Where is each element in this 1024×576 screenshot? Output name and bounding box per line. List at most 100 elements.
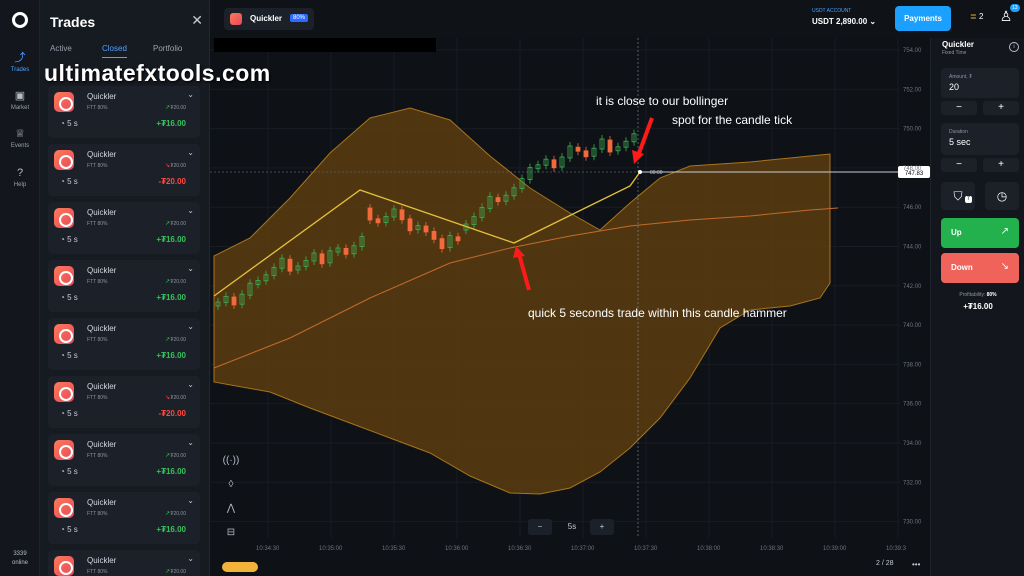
- trade-asset: Quickler: [87, 208, 117, 217]
- clock-button[interactable]: ◷: [985, 182, 1019, 210]
- tab-portfolio[interactable]: Portfolio: [153, 44, 182, 53]
- annotation-candle-tick: spot for the candle tick: [672, 113, 793, 127]
- duration-value[interactable]: 5 sec: [949, 137, 971, 147]
- amount-minus-button[interactable]: −: [941, 101, 977, 115]
- duration-text: 5 s: [67, 293, 78, 302]
- account-balance[interactable]: USDT 2,890.00 ⌄: [812, 17, 876, 26]
- tab-closed[interactable]: Closed: [102, 44, 127, 58]
- online-label: online: [11, 560, 28, 566]
- x-tick-label: 10:35:00: [319, 546, 343, 552]
- x-tick-label: 10:35:30: [382, 546, 406, 552]
- duration-text: 5 s: [67, 235, 78, 244]
- y-tick-label: 754.00: [903, 48, 922, 54]
- chevron-down-icon[interactable]: ⌄: [187, 438, 194, 447]
- chevron-down-icon[interactable]: ⌄: [187, 264, 194, 273]
- trade-stake: ₮20.00: [170, 569, 186, 575]
- info-icon[interactable]: i: [1009, 42, 1019, 52]
- arrow-up-icon: ↗: [164, 279, 170, 285]
- trade-stake: ₮20.00: [170, 511, 186, 517]
- trade-card[interactable]: QuicklerFTT 80%⌄↗₮20.00◔ 5 s+₮16.00: [48, 550, 200, 576]
- timeframe-decrease-button[interactable]: −: [528, 519, 552, 535]
- rail-item-trades[interactable]: ⤴ Trades: [0, 52, 40, 73]
- tab-active[interactable]: Active: [50, 44, 72, 53]
- x-tick-label: 10:34:30: [256, 546, 280, 552]
- payments-button[interactable]: Payments: [895, 6, 951, 31]
- layout-icon[interactable]: ⊟: [220, 522, 242, 544]
- rail-item-help[interactable]: ? Help: [0, 167, 40, 188]
- brand-logo[interactable]: [12, 12, 28, 28]
- down-button[interactable]: Down ↘: [941, 253, 1019, 283]
- candle-body: [319, 253, 325, 265]
- order-panel: Quickler Fixed Time i Amount, ₮ 20 − + D…: [930, 38, 1024, 576]
- trade-stake: ₮20.00: [170, 337, 186, 343]
- x-tick-label: 10:36:30: [508, 546, 532, 552]
- trade-card[interactable]: QuicklerFTT 80%⌄↗₮20.00◔ 5 s+₮16.00: [48, 202, 200, 254]
- chevron-down-icon[interactable]: ⌄: [187, 554, 194, 563]
- trade-stake: ₮20.00: [170, 395, 186, 401]
- rail-item-market[interactable]: ▣ Market: [0, 90, 40, 111]
- candle-body: [575, 146, 581, 152]
- trade-payout: FTT 80%: [87, 105, 108, 111]
- trade-duration: ◔ 5 s: [60, 119, 78, 128]
- trade-card[interactable]: Quickler FTT 80% ⌄ ↘ ₮20.00 ◔ 5 s -₮20.00: [48, 376, 200, 428]
- order-mode: Fixed Time: [942, 50, 967, 56]
- close-icon[interactable]: ✕: [191, 12, 203, 29]
- chevron-down-icon[interactable]: ⌄: [187, 322, 194, 331]
- chevron-down-icon[interactable]: ⌄: [187, 206, 194, 215]
- more-icon[interactable]: •••: [912, 560, 920, 569]
- left-rail: ⤴ Trades ▣ Market ♕ Events ? Help 3339 o…: [0, 0, 40, 576]
- trade-card[interactable]: QuicklerFTT 80%⌄↗₮20.00◔ 5 s+₮16.00: [48, 318, 200, 370]
- trade-card[interactable]: QuicklerFTT 80%⌄↗₮20.00◔ 5 s+₮16.00: [48, 434, 200, 486]
- shield-button[interactable]: ⛉ 7: [941, 182, 975, 210]
- chevron-down-icon[interactable]: ⌄: [187, 496, 194, 505]
- page-indicator: 2 / 28: [876, 560, 894, 567]
- clock-icon: ◷: [996, 189, 1008, 203]
- chevron-down-icon[interactable]: ⌄: [187, 90, 194, 99]
- history-slider[interactable]: [222, 562, 258, 572]
- trade-stake: ₮20.00: [170, 453, 186, 459]
- amount-plus-button[interactable]: +: [983, 101, 1019, 115]
- x-tick-label: 10:38:00: [697, 546, 721, 552]
- profitability-label: Profitability:: [959, 292, 986, 298]
- asset-selector[interactable]: Quickler 80%: [224, 8, 314, 30]
- trade-duration: ◔ 5 s: [60, 177, 78, 186]
- profitability-value: 80%: [986, 292, 997, 298]
- coins-counter[interactable]: ≣ 2: [970, 12, 983, 21]
- x-tick-label: 10:36:00: [445, 546, 469, 552]
- trade-card[interactable]: Quickler FTT 80% ⌄ ↘ ₮20.00 ◔ 5 s -₮20.00: [48, 144, 200, 196]
- signal-icon[interactable]: ((·)): [220, 450, 242, 472]
- trade-duration: ◔ 5 s: [60, 293, 78, 302]
- duration-plus-button[interactable]: +: [983, 158, 1019, 172]
- amount-value[interactable]: 20: [949, 82, 959, 92]
- chevron-down-icon[interactable]: ⌄: [187, 148, 194, 157]
- duration-field[interactable]: Duration 5 sec: [941, 123, 1019, 155]
- candle-body: [607, 139, 613, 153]
- trade-result: +₮16.00: [156, 351, 186, 360]
- up-button[interactable]: Up ↗: [941, 218, 1019, 248]
- x-tick-label: 10:37:30: [634, 546, 658, 552]
- duration-minus-button[interactable]: −: [941, 158, 977, 172]
- y-tick-label: 732.00: [903, 480, 922, 486]
- trade-stake: ₮20.00: [170, 163, 186, 169]
- quickler-icon: [54, 92, 74, 112]
- timeframe-value[interactable]: 5s: [560, 519, 584, 535]
- y-tick-label: 738.00: [903, 362, 922, 368]
- timeframe-increase-button[interactable]: +: [590, 519, 614, 535]
- trade-duration: ◔ 5 s: [60, 467, 78, 476]
- y-tick-label: 740.00: [903, 323, 922, 329]
- draw-icon[interactable]: ⋀: [220, 498, 242, 520]
- trade-asset: Quickler: [87, 266, 117, 275]
- rail-label: Market: [10, 105, 30, 111]
- amount-field[interactable]: Amount, ₮ 20: [941, 68, 1019, 98]
- trade-payout: FTT 80%: [87, 279, 108, 285]
- trade-card[interactable]: QuicklerFTT 80%⌄↗₮20.00◔ 5 s+₮16.00: [48, 492, 200, 544]
- rail-item-events[interactable]: ♕ Events: [0, 128, 40, 149]
- indicators-icon[interactable]: ◊: [220, 474, 242, 496]
- quickler-icon: [54, 556, 74, 576]
- chevron-down-icon[interactable]: ⌄: [187, 380, 194, 389]
- quickler-icon: [54, 498, 74, 518]
- trade-card[interactable]: QuicklerFTT 80%⌄↗₮20.00◔ 5 s+₮16.00: [48, 86, 200, 138]
- x-tick-label: 10:39:00: [823, 546, 847, 552]
- trade-card[interactable]: QuicklerFTT 80%⌄↗₮20.00◔ 5 s+₮16.00: [48, 260, 200, 312]
- duration-text: 5 s: [67, 177, 78, 186]
